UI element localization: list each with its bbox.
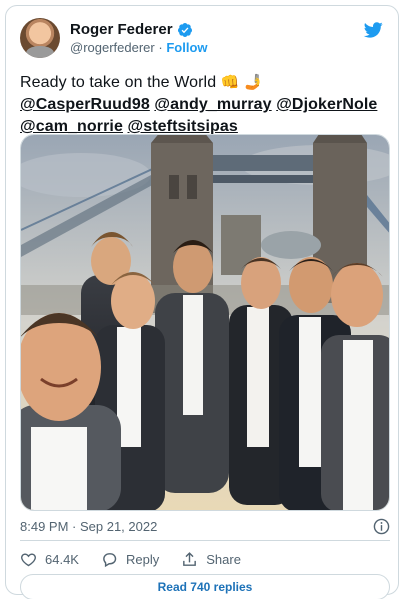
mention-link[interactable]: @DjokerNole	[276, 96, 377, 113]
tweet-timestamp[interactable]: 8:49 PM · Sep 21, 2022	[20, 519, 157, 534]
author-handle-row: @rogerfederer · Follow	[70, 40, 208, 55]
follow-button[interactable]: Follow	[166, 40, 207, 55]
reply-icon	[103, 552, 117, 567]
divider	[20, 540, 390, 541]
selfie-emoji: 🤳	[244, 74, 263, 91]
info-icon[interactable]	[373, 518, 390, 535]
verified-badge-icon	[177, 22, 192, 37]
reply-label: Reply	[125, 551, 160, 567]
mention-link[interactable]: @andy_murray	[154, 96, 271, 113]
author-handle[interactable]: @rogerfederer	[70, 40, 155, 55]
like-button[interactable]: 64.4K	[20, 551, 79, 568]
share-icon	[183, 551, 197, 566]
tweet-header: Roger Federer @rogerfederer · Follow	[20, 18, 384, 62]
read-replies-button[interactable]: Read 740 replies	[20, 574, 390, 599]
twitter-bird-icon[interactable]	[362, 20, 384, 40]
timestamp-row: 8:49 PM · Sep 21, 2022	[20, 518, 390, 536]
fist-bump-emoji: 👊	[220, 74, 240, 91]
tweet-photo[interactable]	[20, 134, 390, 511]
group-selfie-photo	[21, 135, 389, 510]
share-button[interactable]: Share	[181, 551, 241, 568]
tweet-card: Roger Federer @rogerfederer · Follow Rea…	[5, 5, 399, 599]
reply-button[interactable]: Reply	[101, 551, 159, 568]
author-display-name[interactable]: Roger Federer	[70, 21, 173, 38]
tweet-text-intro: Ready to take on the World	[20, 74, 217, 91]
tweet-text: Ready to take on the World 👊 🤳 @CasperRu…	[20, 72, 390, 138]
tweet-actions: 64.4K Reply Share	[20, 549, 263, 569]
like-count: 64.4K	[45, 551, 79, 567]
author-name-row: Roger Federer	[70, 21, 193, 38]
mention-link[interactable]: @CasperRuud98	[20, 96, 150, 113]
avatar[interactable]	[20, 18, 60, 58]
mention-link[interactable]: @steftsitsipas	[128, 118, 238, 135]
share-label: Share	[206, 551, 241, 567]
mention-link[interactable]: @cam_norrie	[20, 118, 123, 135]
handle-separator: ·	[158, 40, 163, 55]
heart-icon	[21, 552, 36, 566]
